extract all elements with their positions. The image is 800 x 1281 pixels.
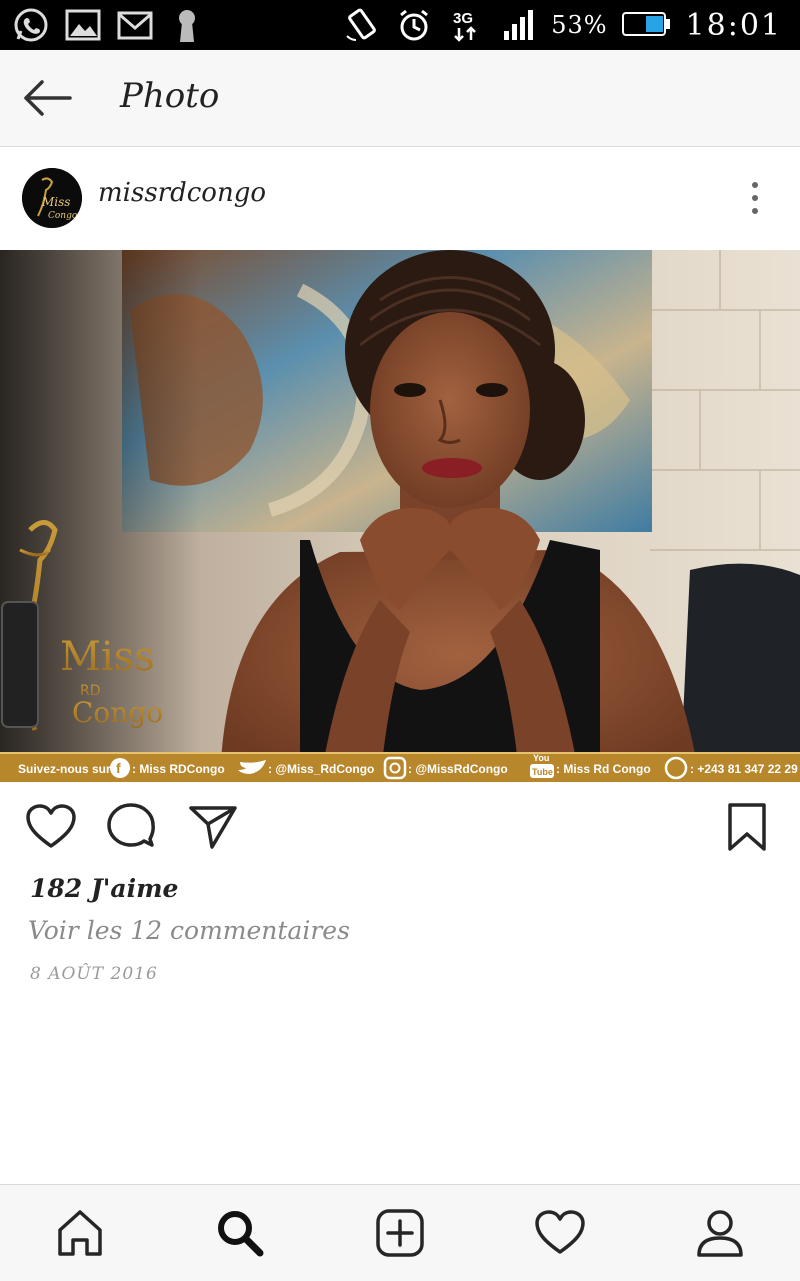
app-bar: Photo bbox=[0, 50, 800, 147]
view-comments-link[interactable]: Voir les 12 commentaires bbox=[28, 916, 350, 945]
banner-youtube: : Miss Rd Congo bbox=[556, 762, 651, 776]
post-actions bbox=[0, 790, 800, 864]
banner-instagram: : @MissRdCongo bbox=[408, 762, 508, 776]
miss-rd-congo-logo: Miss Congo bbox=[22, 168, 82, 228]
svg-text:Miss: Miss bbox=[41, 195, 70, 209]
nav-activity[interactable] bbox=[530, 1203, 590, 1263]
bottom-nav bbox=[0, 1184, 800, 1281]
avatar[interactable]: Miss Congo bbox=[22, 168, 82, 228]
keyhole-icon bbox=[168, 6, 206, 44]
rotate-icon bbox=[343, 6, 381, 44]
more-vertical-icon bbox=[752, 208, 758, 214]
battery-percent: 53% bbox=[551, 11, 608, 39]
whatsapp-icon bbox=[12, 6, 50, 44]
nav-add[interactable] bbox=[370, 1203, 430, 1263]
post-photo-image: Miss RD Congo Suivez-nous sur f : Miss R… bbox=[0, 250, 800, 782]
more-vertical-icon bbox=[752, 182, 758, 188]
home-icon bbox=[58, 1210, 102, 1256]
logo-text-miss: Miss bbox=[60, 634, 155, 680]
post-header: Miss Congo missrdcongo bbox=[0, 148, 800, 250]
network-3g-icon: 3G bbox=[447, 6, 485, 44]
bookmark-icon bbox=[728, 803, 766, 851]
page-title: Photo bbox=[120, 76, 220, 116]
banner-twitter: : @Miss_RdCongo bbox=[268, 762, 374, 776]
comment-icon bbox=[107, 803, 155, 847]
more-vertical-icon bbox=[752, 195, 758, 201]
signal-icon bbox=[499, 6, 537, 44]
heart-icon bbox=[26, 804, 76, 848]
clock: 18:01 bbox=[685, 7, 782, 43]
network-label: 3G bbox=[453, 10, 473, 27]
back-arrow-icon bbox=[24, 80, 72, 116]
gmail-icon bbox=[116, 6, 154, 44]
nav-profile[interactable] bbox=[690, 1203, 750, 1263]
nav-search[interactable] bbox=[210, 1203, 270, 1263]
status-bar-left bbox=[0, 6, 206, 44]
banner-whatsapp: : +243 81 347 22 29 bbox=[690, 762, 798, 776]
more-options-button[interactable] bbox=[740, 178, 770, 218]
send-icon bbox=[189, 806, 237, 849]
alarm-icon bbox=[395, 6, 433, 44]
likes-count[interactable]: 182 J'aime bbox=[30, 874, 178, 903]
logo-text-congo: Congo bbox=[72, 696, 163, 729]
profile-icon bbox=[697, 1210, 743, 1257]
svg-text:You: You bbox=[533, 753, 549, 763]
post-date: 8 AOÛT 2016 bbox=[30, 964, 158, 984]
status-bar: 3G 53% 18:01 bbox=[0, 0, 800, 50]
back-button[interactable] bbox=[20, 74, 74, 122]
svg-text:Congo: Congo bbox=[48, 211, 78, 221]
activity-icon bbox=[535, 1210, 585, 1254]
battery-level bbox=[645, 16, 663, 32]
like-button[interactable] bbox=[24, 800, 78, 854]
status-bar-right: 3G 53% 18:01 bbox=[343, 0, 782, 50]
banner-facebook: : Miss RDCongo bbox=[132, 762, 225, 776]
search-icon bbox=[218, 1211, 264, 1257]
battery-icon bbox=[621, 12, 672, 38]
svg-text:Tube: Tube bbox=[532, 767, 553, 777]
comment-button[interactable] bbox=[104, 800, 158, 854]
post-photo[interactable]: Miss RD Congo Suivez-nous sur f : Miss R… bbox=[0, 250, 800, 782]
nav-home[interactable] bbox=[50, 1203, 110, 1263]
svg-text:f: f bbox=[116, 760, 121, 776]
banner-prefix: Suivez-nous sur bbox=[18, 762, 111, 776]
save-button[interactable] bbox=[720, 800, 774, 854]
add-icon bbox=[376, 1209, 424, 1257]
share-button[interactable] bbox=[186, 800, 240, 854]
gallery-icon bbox=[64, 6, 102, 44]
post-username[interactable]: missrdcongo bbox=[98, 178, 266, 208]
